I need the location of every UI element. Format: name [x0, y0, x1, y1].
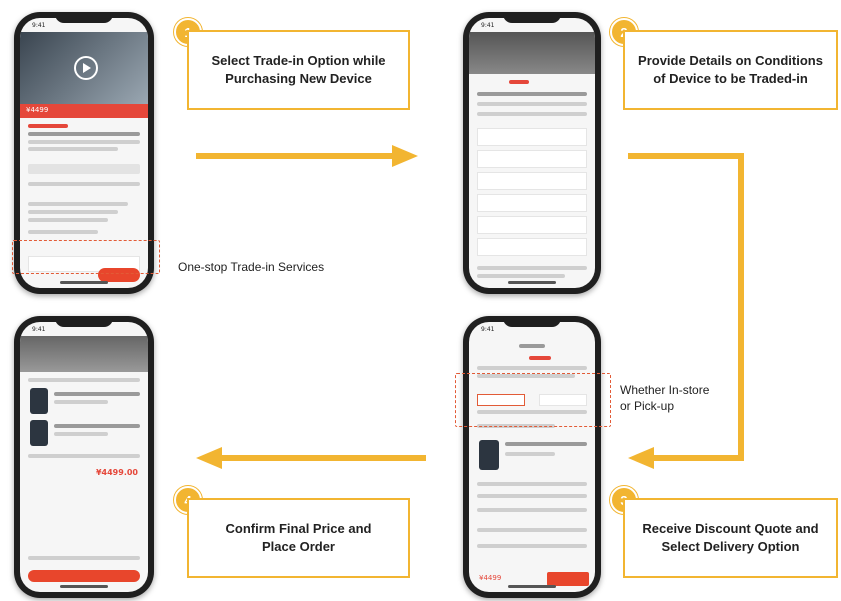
- step-3-text: Receive Discount Quote and Select Delive…: [642, 521, 819, 554]
- delivery-note-line2: or Pick-up: [620, 399, 675, 414]
- trade-in-highlight: [12, 240, 160, 274]
- phone-screen: 9:41 ¥4499: [469, 322, 595, 592]
- price-text: ¥4499: [479, 574, 502, 582]
- arrow-left-icon: [196, 447, 426, 469]
- condition-option[interactable]: [477, 172, 587, 190]
- product-thumb: [30, 420, 48, 446]
- status-time: 9:41: [32, 326, 46, 333]
- phone-notch: [503, 12, 561, 23]
- delivery-note-line1: Whether In-store: [620, 383, 710, 397]
- phone-notch: [503, 316, 561, 327]
- step-1-box: Select Trade-in Option while Purchasing …: [187, 30, 410, 110]
- condition-option[interactable]: [477, 194, 587, 212]
- price-banner: ¥4499: [20, 104, 148, 118]
- phone-screen: 9:41 ¥4499.00: [20, 322, 148, 592]
- phone-notch: [55, 316, 113, 327]
- arrow-down-icon: [628, 153, 744, 469]
- header-image: [20, 336, 148, 372]
- play-icon[interactable]: [74, 56, 98, 80]
- phone-notch: [55, 12, 113, 23]
- arrow-right-icon: [196, 145, 418, 167]
- one-stop-note: One-stop Trade-in Services: [178, 260, 325, 274]
- header-image: [469, 32, 595, 74]
- price-text: ¥4499: [26, 106, 49, 114]
- step-3-box: Receive Discount Quote and Select Delive…: [623, 498, 838, 578]
- final-price: ¥4499.00: [95, 468, 138, 477]
- place-order-button[interactable]: [28, 570, 140, 582]
- step-4-text: Confirm Final Price and Place Order: [225, 521, 372, 554]
- step-1-text: Select Trade-in Option while Purchasing …: [211, 53, 386, 86]
- delivery-note: Whether In-store or Pick-up: [620, 382, 709, 414]
- submit-button[interactable]: [547, 572, 589, 586]
- step-4-box: Confirm Final Price and Place Order: [187, 498, 410, 578]
- product-video[interactable]: [20, 32, 148, 104]
- product-thumb: [479, 440, 499, 470]
- condition-option[interactable]: [477, 216, 587, 234]
- condition-option[interactable]: [477, 238, 587, 256]
- status-time: 9:41: [32, 22, 46, 29]
- status-time: 9:41: [481, 22, 495, 29]
- phone-step3: 9:41 ¥4499: [463, 316, 601, 598]
- delivery-highlight: [455, 373, 611, 427]
- status-time: 9:41: [481, 326, 495, 333]
- step-2-box: Provide Details on Conditions of Device …: [623, 30, 838, 110]
- phone-step4: 9:41 ¥4499.00: [14, 316, 154, 598]
- step-2-text: Provide Details on Conditions of Device …: [638, 53, 823, 86]
- product-thumb: [30, 388, 48, 414]
- phone-step2: 9:41: [463, 12, 601, 294]
- condition-option[interactable]: [477, 150, 587, 168]
- condition-option[interactable]: [477, 128, 587, 146]
- phone-screen: 9:41: [469, 18, 595, 288]
